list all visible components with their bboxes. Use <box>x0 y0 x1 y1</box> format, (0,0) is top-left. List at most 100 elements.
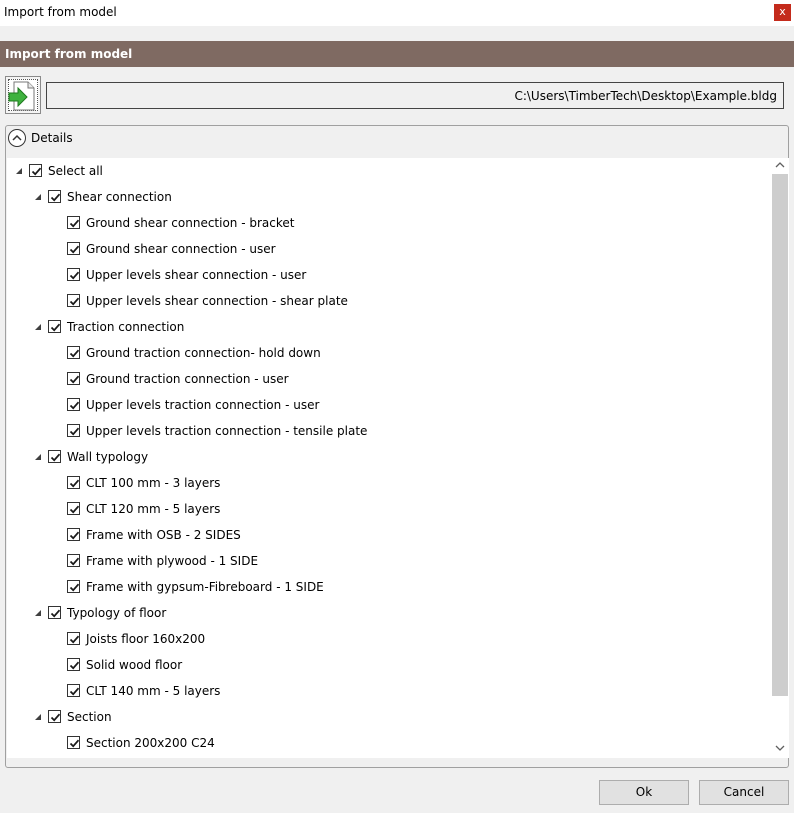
checkmark-icon <box>69 297 80 306</box>
tree-row[interactable]: Wall typology <box>7 445 772 469</box>
tree-item-label: Shear connection <box>67 190 172 204</box>
category-tree: Select all Shear connection Ground shear c… <box>7 158 772 758</box>
tree-item-checkbox[interactable] <box>67 580 80 593</box>
tree-row[interactable]: Typology of floor <box>7 601 772 625</box>
expand-triangle-icon[interactable] <box>34 713 42 721</box>
details-header[interactable]: Details <box>6 126 788 150</box>
tree-item-checkbox[interactable] <box>48 190 61 203</box>
tree-item-label: Section 200x200 C24 <box>86 736 215 750</box>
file-path-field[interactable]: C:\Users\TimberTech\Desktop\Example.bldg <box>46 82 784 109</box>
tree-row[interactable]: Frame with gypsum-Fibreboard - 1 SIDE <box>7 575 772 599</box>
tree-item-checkbox[interactable] <box>67 398 80 411</box>
title-bar: Import from model x <box>0 0 794 26</box>
tree-row[interactable]: CLT 120 mm - 5 layers <box>7 497 772 521</box>
tree-item-label: Upper levels traction connection - tensi… <box>86 424 368 438</box>
tree-item-checkbox[interactable] <box>67 294 80 307</box>
checkmark-icon <box>69 427 80 436</box>
scroll-up-arrow-icon[interactable] <box>775 161 785 169</box>
tree-item-checkbox[interactable] <box>67 242 80 255</box>
tree-item-label: Ground traction connection - user <box>86 372 289 386</box>
tree-row[interactable]: Upper levels traction connection - user <box>7 393 772 417</box>
tree-row[interactable]: Ground traction connection - user <box>7 367 772 391</box>
tree-scrollbar[interactable] <box>771 158 789 758</box>
checkmark-icon <box>69 557 80 566</box>
tree-row[interactable]: Section 200x200 C24 <box>7 731 772 755</box>
checkmark-icon <box>69 245 80 254</box>
expand-triangle-icon[interactable] <box>34 609 42 617</box>
expand-triangle-icon[interactable] <box>34 193 42 201</box>
tree-item-checkbox[interactable] <box>67 684 80 697</box>
tree-item-checkbox[interactable] <box>67 502 80 515</box>
tree-item-checkbox[interactable] <box>67 632 80 645</box>
scrollbar-thumb[interactable] <box>772 174 788 696</box>
tree-item-checkbox[interactable] <box>48 710 61 723</box>
tree-item-checkbox[interactable] <box>67 736 80 749</box>
details-panel: Details Select all Shear connection Ground… <box>5 125 789 768</box>
tree-row[interactable]: Ground shear connection - bracket <box>7 211 772 235</box>
checkmark-icon <box>50 323 61 332</box>
tree-row[interactable]: CLT 140 mm - 5 layers <box>7 679 772 703</box>
tree-row[interactable]: Joists floor 160x200 <box>7 627 772 651</box>
tree-item-checkbox[interactable] <box>67 554 80 567</box>
tree-item-checkbox[interactable] <box>67 528 80 541</box>
checkmark-icon <box>69 401 80 410</box>
ok-button[interactable]: Ok <box>599 780 689 805</box>
close-button[interactable]: x <box>774 4 791 21</box>
tree-item-label: Upper levels traction connection - user <box>86 398 320 412</box>
tree-item-checkbox[interactable] <box>67 658 80 671</box>
collapse-chevron-icon[interactable] <box>8 129 26 147</box>
tree-row[interactable]: Section <box>7 705 772 729</box>
checkmark-icon <box>50 453 61 462</box>
checkmark-icon <box>50 609 61 618</box>
checkmark-icon <box>50 713 61 722</box>
tree-item-label: Frame with gypsum-Fibreboard - 1 SIDE <box>86 580 324 594</box>
tree-item-label: CLT 100 mm - 3 layers <box>86 476 221 490</box>
tree-item-checkbox[interactable] <box>67 346 80 359</box>
tree-item-checkbox[interactable] <box>48 450 61 463</box>
tree-item-label: Ground shear connection - user <box>86 242 276 256</box>
tree-item-label: Solid wood floor <box>86 658 183 672</box>
import-file-button[interactable] <box>5 76 41 114</box>
tree-item-checkbox[interactable] <box>67 424 80 437</box>
tree-row[interactable]: Upper levels shear connection - shear pl… <box>7 289 772 313</box>
checkmark-icon <box>69 375 80 384</box>
cancel-button[interactable]: Cancel <box>699 780 789 805</box>
scroll-down-arrow-icon[interactable] <box>775 744 785 752</box>
tree-item-checkbox[interactable] <box>48 606 61 619</box>
checkmark-icon <box>69 583 80 592</box>
tree-item-checkbox[interactable] <box>67 372 80 385</box>
checkmark-icon <box>69 635 80 644</box>
checkmark-icon <box>69 219 80 228</box>
expand-triangle-icon[interactable] <box>34 453 42 461</box>
tree-item-label: Section <box>67 710 112 724</box>
tree-row[interactable]: Upper levels traction connection - tensi… <box>7 419 772 443</box>
tree-row[interactable]: CLT 100 mm - 3 layers <box>7 471 772 495</box>
tree-item-checkbox[interactable] <box>67 268 80 281</box>
tree-row[interactable]: Frame with OSB - 2 SIDES <box>7 523 772 547</box>
expand-triangle-icon[interactable] <box>34 323 42 331</box>
tree-item-label: Select all <box>48 164 103 178</box>
tree-row[interactable]: Ground shear connection - user <box>7 237 772 261</box>
checkmark-icon <box>69 479 80 488</box>
tree-row[interactable]: Traction connection <box>7 315 772 339</box>
tree-item-checkbox[interactable] <box>67 216 80 229</box>
tree-row[interactable]: Frame with plywood - 1 SIDE <box>7 549 772 573</box>
tree-item-checkbox[interactable] <box>48 320 61 333</box>
expand-triangle-icon[interactable] <box>15 167 23 175</box>
tree-row[interactable]: Upper levels shear connection - user <box>7 263 772 287</box>
tree-item-label: CLT 120 mm - 5 layers <box>86 502 221 516</box>
tree-item-label: Typology of floor <box>67 606 167 620</box>
tree-row[interactable]: Shear connection <box>7 185 772 209</box>
tree-item-label: CLT 140 mm - 5 layers <box>86 684 221 698</box>
tree-item-label: Frame with OSB - 2 SIDES <box>86 528 241 542</box>
file-path-text: C:\Users\TimberTech\Desktop\Example.bldg <box>514 89 777 103</box>
import-dialog: Import from model x Import from model C:… <box>0 0 794 813</box>
import-arrow-icon <box>8 81 35 111</box>
tree-row[interactable]: Ground traction connection- hold down <box>7 341 772 365</box>
tree-item-checkbox[interactable] <box>29 164 42 177</box>
tree-item-checkbox[interactable] <box>67 476 80 489</box>
tree-row[interactable]: Select all <box>7 159 772 183</box>
checkmark-icon <box>69 349 80 358</box>
checkmark-icon <box>69 661 80 670</box>
tree-row[interactable]: Solid wood floor <box>7 653 772 677</box>
